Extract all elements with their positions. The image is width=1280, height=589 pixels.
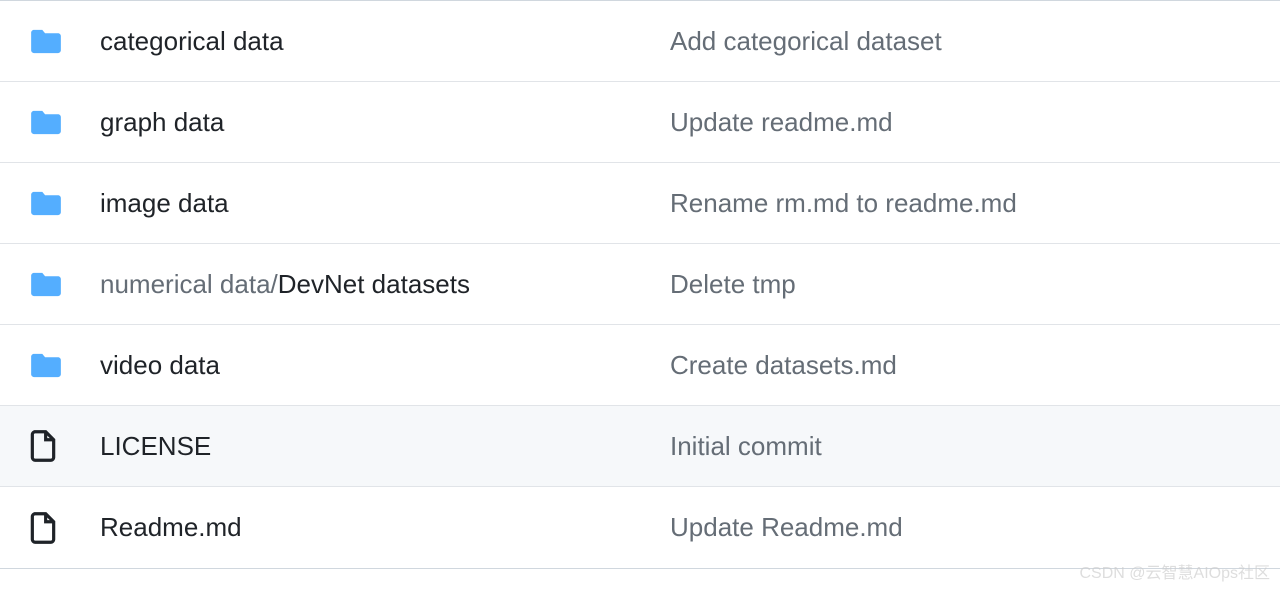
file-row[interactable]: image data Rename rm.md to readme.md [0,163,1280,244]
item-name: image data [100,188,229,219]
commit-message-link[interactable]: Create datasets.md [670,350,1250,381]
commit-message-link[interactable]: Initial commit [670,431,1250,462]
commit-message-link[interactable]: Rename rm.md to readme.md [670,188,1250,219]
folder-icon [30,271,62,297]
icon-cell [30,28,100,54]
file-row[interactable]: categorical data Add categorical dataset [0,1,1280,82]
folder-icon [30,28,62,54]
path-prefix: numerical data/ [100,269,278,300]
item-name: DevNet datasets [278,269,470,300]
icon-cell [30,352,100,378]
commit-message-link[interactable]: Delete tmp [670,269,1250,300]
folder-name-link[interactable]: categorical data [100,26,670,57]
folder-icon [30,352,62,378]
item-name: LICENSE [100,431,211,462]
folder-name-link[interactable]: video data [100,350,670,381]
file-name-link[interactable]: Readme.md [100,512,670,543]
file-row[interactable]: LICENSE Initial commit [0,406,1280,487]
folder-name-link[interactable]: numerical data/DevNet datasets [100,269,670,300]
item-name: Readme.md [100,512,242,543]
icon-cell [30,190,100,216]
commit-message-link[interactable]: Update readme.md [670,107,1250,138]
commit-message-link[interactable]: Update Readme.md [670,512,1250,543]
folder-icon [30,109,62,135]
file-icon [30,430,56,462]
icon-cell [30,109,100,135]
file-row[interactable]: numerical data/DevNet datasetsDelete tmp [0,244,1280,325]
file-list: categorical dataAdd categorical dataset … [0,0,1280,569]
icon-cell [30,430,100,462]
folder-name-link[interactable]: graph data [100,107,670,138]
item-name: graph data [100,107,224,138]
file-icon [30,512,56,544]
icon-cell [30,271,100,297]
item-name: video data [100,350,220,381]
file-row[interactable]: graph data Update readme.md [0,82,1280,163]
item-name: categorical data [100,26,284,57]
file-row[interactable]: video data Create datasets.md [0,325,1280,406]
file-name-link[interactable]: LICENSE [100,431,670,462]
file-row[interactable]: Readme.md Update Readme.md [0,487,1280,568]
commit-message-link[interactable]: Add categorical dataset [670,26,1250,57]
folder-name-link[interactable]: image data [100,188,670,219]
icon-cell [30,512,100,544]
folder-icon [30,190,62,216]
